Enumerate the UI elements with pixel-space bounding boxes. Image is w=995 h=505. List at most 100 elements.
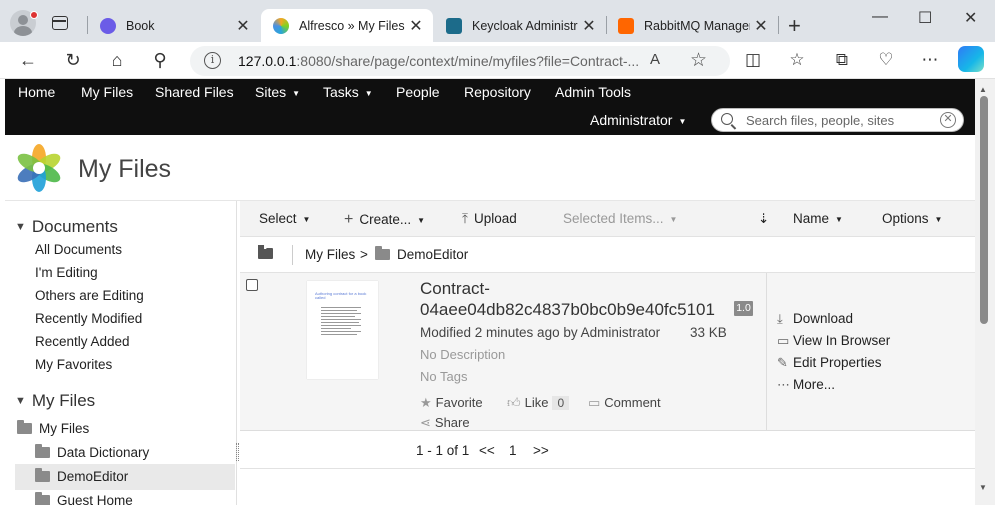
document-thumbnail[interactable]: Authoring contract for a book called 'Bu… — [307, 281, 378, 379]
comment-icon: ▭ — [588, 395, 601, 410]
user-name: Administrator — [590, 112, 673, 128]
document-name-line2: 04aee04db82c4837b0bc0b9e40fc5101 — [420, 300, 715, 319]
filter-my-favorites[interactable]: My Favorites — [35, 357, 112, 372]
favorite-star-icon[interactable]: ☆ — [690, 49, 707, 72]
document-tags: No Tags — [420, 369, 468, 384]
filter-im-editing[interactable]: I'm Editing — [35, 265, 98, 280]
refresh-icon[interactable]: ↻ — [61, 48, 85, 72]
tab-label: Keycloak Administra — [472, 18, 578, 33]
select-menu-button[interactable]: Select ▼ — [259, 211, 310, 226]
chevron-down-icon: ▼ — [678, 117, 687, 126]
edit-properties-action[interactable]: ✎ Edit Properties — [777, 355, 882, 371]
nav-people[interactable]: People — [396, 84, 440, 100]
search-input[interactable] — [746, 112, 926, 128]
document-size: 33 KB — [690, 325, 727, 340]
new-tab-icon[interactable]: + — [788, 13, 801, 39]
options-menu[interactable]: Options ▼ — [882, 211, 942, 226]
address-bar: ← ↻ ⌂ ⚲ i 127.0.0.1:8080/share/page/cont… — [0, 42, 995, 79]
user-menu[interactable]: Administrator ▼ — [590, 112, 686, 128]
tree-item-demoeditor[interactable]: DemoEditor — [35, 468, 128, 484]
share-action[interactable]: ⋖ Share — [420, 415, 470, 431]
select-document-checkbox[interactable] — [246, 279, 258, 291]
thumbnail-line — [321, 322, 359, 323]
document-name-link[interactable]: Contract- 04aee04db82c4837b0bc0b9e40fc510… — [420, 278, 715, 320]
sort-direction-icon[interactable]: ⇣ — [758, 211, 769, 227]
vertical-scrollbar[interactable]: ▲ ▼ — [975, 79, 995, 505]
minimize-icon[interactable]: — — [872, 8, 888, 26]
filter-recently-added[interactable]: Recently Added — [35, 334, 130, 349]
site-info-icon[interactable]: i — [204, 52, 221, 69]
tree-item-guest-home[interactable]: Guest Home — [35, 492, 133, 505]
chevron-down-icon: ▼ — [934, 215, 943, 224]
split-screen-icon[interactable]: ◫ — [741, 48, 765, 72]
clear-search-icon[interactable]: ✕ — [940, 112, 956, 128]
filter-others-editing[interactable]: Others are Editing — [35, 288, 144, 303]
close-tab-icon[interactable]: ✕ — [232, 16, 254, 36]
chevron-down-icon: ▼ — [835, 215, 843, 224]
close-tab-icon[interactable]: ✕ — [405, 16, 427, 36]
breadcrumb-separator: > — [360, 247, 368, 262]
collections-icon[interactable]: ⧉ — [830, 48, 854, 72]
close-window-icon[interactable]: ✕ — [964, 8, 977, 28]
close-tab-icon[interactable]: ✕ — [750, 16, 772, 36]
upload-button[interactable]: ⤒ Upload — [462, 211, 517, 227]
nav-sites[interactable]: Sites ▼ — [255, 84, 300, 100]
scrollbar-thumb[interactable] — [980, 96, 988, 324]
browser-tab-alfresco[interactable]: Alfresco » My Files ✕ — [261, 9, 433, 42]
download-action[interactable]: ⤓ Download — [777, 311, 853, 327]
sort-field-menu[interactable]: Name ▼ — [793, 211, 843, 226]
tree-item-my-files[interactable]: My Files — [17, 420, 89, 436]
nav-tasks[interactable]: Tasks ▼ — [323, 84, 373, 100]
more-menu-icon[interactable]: ⋯ — [918, 48, 942, 72]
folder-up-icon[interactable] — [258, 241, 273, 259]
maximize-icon[interactable]: ☐ — [918, 8, 932, 28]
splitter-grip[interactable] — [236, 443, 239, 461]
more-actions[interactable]: ⋯ More... — [777, 377, 835, 393]
like-action[interactable]: 👍︎ Like 0 — [507, 395, 570, 411]
home-icon[interactable]: ⌂ — [105, 48, 129, 72]
tab-label: RabbitMQ Managem — [644, 18, 750, 33]
back-icon[interactable]: ← — [16, 48, 40, 72]
search-box: ✕ — [711, 108, 964, 132]
comment-action[interactable]: ▭ Comment — [588, 395, 661, 411]
nav-my-files[interactable]: My Files — [81, 84, 133, 100]
url-field[interactable]: i 127.0.0.1:8080/share/page/context/mine… — [190, 46, 730, 76]
nav-repository[interactable]: Repository — [464, 84, 531, 100]
create-label: Create... — [359, 212, 412, 227]
create-menu-button[interactable]: + Create... ▼ — [344, 211, 425, 229]
view-in-browser-action[interactable]: ▭ View In Browser — [777, 333, 890, 349]
scroll-up-icon[interactable]: ▲ — [979, 85, 987, 94]
search-icon[interactable]: ⚲ — [148, 48, 172, 72]
close-tab-icon[interactable]: ✕ — [578, 16, 600, 36]
next-page-link[interactable]: >> — [533, 443, 549, 458]
scroll-down-icon[interactable]: ▼ — [979, 483, 987, 492]
tree-item-data-dictionary[interactable]: Data Dictionary — [35, 444, 149, 460]
divider — [292, 245, 293, 265]
previous-page-link[interactable]: << — [479, 443, 495, 458]
browser-tab-book[interactable]: Book ✕ — [88, 9, 260, 42]
filter-recently-modified[interactable]: Recently Modified — [35, 311, 142, 326]
read-aloud-icon[interactable]: A — [650, 51, 660, 68]
breadcrumb-my-files[interactable]: My Files — [305, 247, 355, 262]
tab-label: Book — [126, 18, 155, 33]
nav-home[interactable]: Home — [18, 84, 55, 100]
browser-tab-keycloak[interactable]: Keycloak Administra ✕ — [434, 9, 606, 42]
filter-all-documents[interactable]: All Documents — [35, 242, 122, 257]
documents-section-toggle[interactable]: ▼ Documents — [15, 217, 118, 237]
browser-essentials-icon[interactable]: ♡ — [874, 48, 898, 72]
selected-items-menu[interactable]: Selected Items... ▼ — [563, 211, 677, 226]
favorite-label: Favorite — [435, 395, 483, 410]
browser-tab-rabbitmq[interactable]: RabbitMQ Managem ✕ — [606, 9, 778, 42]
page-number[interactable]: 1 — [509, 443, 517, 458]
nav-admin-tools[interactable]: Admin Tools — [555, 84, 631, 100]
favorite-action[interactable]: ★ Favorite — [420, 395, 483, 411]
favorites-icon[interactable]: ☆ — [785, 48, 809, 72]
tree-label: Guest Home — [57, 493, 133, 505]
copilot-icon[interactable] — [958, 46, 984, 72]
nav-shared-files[interactable]: Shared Files — [155, 84, 234, 100]
myfiles-section-toggle[interactable]: ▼ My Files — [15, 391, 95, 411]
document-name-line1: Contract- — [420, 279, 490, 298]
tab-actions-icon[interactable] — [52, 16, 68, 30]
thumbnail-line — [321, 307, 361, 308]
edit-properties-icon: ✎ — [777, 355, 788, 370]
